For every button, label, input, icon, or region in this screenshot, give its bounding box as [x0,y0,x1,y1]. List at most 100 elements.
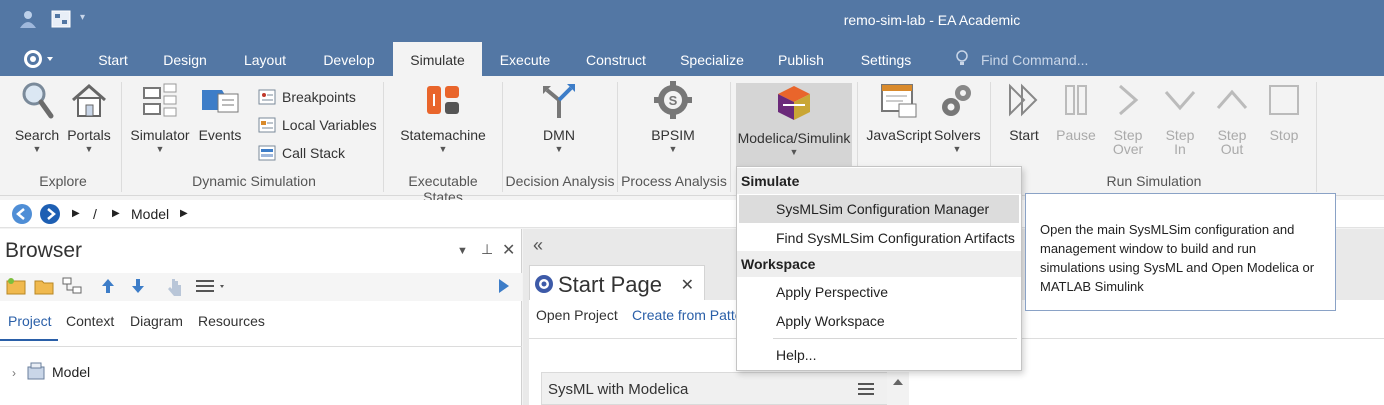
bpsim-button[interactable]: S BPSIM ▼ [648,80,698,154]
javascript-button[interactable]: JavaScript [866,80,932,143]
call-stack-button[interactable]: Call Stack [258,142,345,164]
create-from-pattern-link[interactable]: Create from Patte [632,307,743,323]
step-in-button[interactable]: Step In [1160,80,1200,156]
chevron-down-icon: ▼ [32,144,42,154]
tab-resources[interactable]: Resources [198,313,265,329]
group-divider [383,82,384,192]
tab-diagram[interactable]: Diagram [130,313,183,329]
new-package-icon[interactable] [6,277,26,298]
breadcrumb-model[interactable]: Model [131,206,169,222]
bpsim-label: BPSIM [651,127,695,143]
dmn-button[interactable]: DMN ▼ [534,80,584,154]
section-workspace: Workspace [737,251,1021,277]
folder-icon[interactable] [34,277,54,298]
tab-project[interactable]: Project [0,313,58,341]
statemachine-icon [427,86,459,114]
tab-develop[interactable]: Develop [313,42,385,76]
browser-tabs: Project Context Diagram Resources [0,311,522,347]
start-simulation-button[interactable]: Start [1004,80,1044,143]
local-variables-icon [258,117,276,133]
pause-icon [1065,85,1087,115]
tab-specialize[interactable]: Specialize [672,42,752,76]
tab-construct[interactable]: Construct [576,42,656,76]
chevron-right-icon [1119,84,1139,116]
back-icon[interactable] [12,204,32,224]
scroll-up-icon[interactable] [887,375,909,389]
move-up-icon[interactable] [100,277,116,298]
breadcrumb-root[interactable]: / [93,206,97,222]
pin-icon[interactable]: ⊥ [481,241,493,258]
group-label-dynamic-simulation: Dynamic Simulation [192,173,316,189]
step-over-button[interactable]: Step Over [1108,80,1148,156]
menu-icon[interactable] [194,275,228,298]
simulator-label: Simulator [130,127,190,143]
group-divider [502,82,503,192]
breadcrumb-arrow-icon[interactable]: ▶ [180,208,188,219]
simulator-button[interactable]: Simulator ▼ [130,80,190,154]
hand-icon[interactable] [166,277,184,300]
collapse-left-icon[interactable]: « [533,235,543,256]
close-icon[interactable]: ✕ [502,240,515,260]
local-variables-button[interactable]: Local Variables [258,114,377,136]
step-out-button[interactable]: Step Out [1212,80,1252,156]
search-label: Search [14,127,60,143]
tab-settings[interactable]: Settings [850,42,922,76]
menu-item-help[interactable]: Help... [739,341,1019,369]
pause-button[interactable]: Pause [1056,80,1096,143]
breakpoints-button[interactable]: Breakpoints [258,86,356,108]
close-tab-icon[interactable]: ✕ [681,275,694,295]
group-divider [617,82,618,192]
breadcrumb-arrow-icon[interactable]: ▶ [72,208,80,219]
panel-title: SysML with Modelica [548,381,689,398]
breadcrumb-arrow-icon[interactable]: ▶ [112,208,120,219]
tab-execute[interactable]: Execute [490,42,560,76]
diagram-icon[interactable] [62,277,82,298]
modelica-simulink-label: Modelica/Simulink [737,130,851,146]
menu-item-find-sysmlsim-artifacts[interactable]: Find SysMLSim Configuration Artifacts [739,224,1019,252]
events-button[interactable]: Events [197,80,243,143]
solvers-label: Solvers [934,127,981,143]
app-menu-icon[interactable] [22,48,56,70]
fast-forward-icon [1009,83,1038,117]
menu-item-apply-workspace[interactable]: Apply Workspace [739,307,1019,335]
portals-label: Portals [67,127,111,143]
expand-arrow-icon[interactable]: › [12,366,16,380]
open-project-link[interactable]: Open Project [536,307,618,323]
tab-context[interactable]: Context [66,313,114,329]
tab-start-page[interactable]: Start Page ✕ [529,265,705,301]
panel-menu-icon[interactable]: ▼ [457,245,468,257]
expand-right-icon[interactable] [498,278,510,297]
group-divider [730,82,731,192]
ribbon-panel: Search ▼ Portals ▼ Explore Simulator ▼ E… [0,76,1384,205]
stop-button[interactable]: Stop [1264,80,1304,143]
menu-item-apply-perspective[interactable]: Apply Perspective [739,278,1019,306]
tooltip: Open the main SysMLSim configuration and… [1025,193,1336,311]
tab-simulate[interactable]: Simulate [393,42,482,76]
tab-start[interactable]: Start [86,42,140,76]
scrollbar[interactable] [887,372,909,405]
portals-button[interactable]: Portals ▼ [66,80,112,154]
menu-item-sysmlsim-config-manager[interactable]: SysMLSim Configuration Manager [739,195,1019,223]
step-out-label-2: Out [1220,141,1244,157]
modelica-simulink-button[interactable]: Modelica/Simulink ▼ [736,83,852,167]
script-window-icon [881,84,917,118]
tab-layout[interactable]: Layout [233,42,297,76]
group-label-decision-analysis: Decision Analysis [505,173,615,189]
tab-design[interactable]: Design [153,42,217,76]
solvers-button[interactable]: Solvers ▼ [934,80,981,154]
hamburger-icon[interactable] [858,382,876,396]
chevron-down-icon: ▼ [155,144,165,154]
chevron-down-icon: ▼ [554,144,564,154]
forward-icon[interactable] [40,204,60,224]
browser-toolbar [0,273,522,301]
search-button[interactable]: Search ▼ [14,80,60,154]
house-icon [72,84,106,117]
find-command-input[interactable]: Find Command... [955,42,1088,76]
events-icon [202,90,239,113]
tree-item-model[interactable]: › Model [12,362,90,380]
lightbulb-icon [956,50,968,65]
tab-publish[interactable]: Publish [768,42,834,76]
statemachine-button[interactable]: Statemachine ▼ [396,80,490,154]
chevron-down-icon: ▼ [84,144,94,154]
move-down-icon[interactable] [130,277,146,298]
